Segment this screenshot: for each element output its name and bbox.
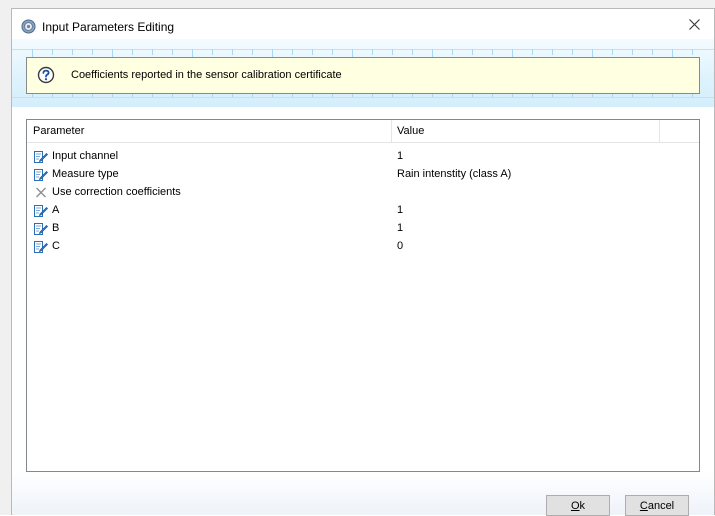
ruler-tick: [372, 49, 373, 55]
ok-label-rest: k: [579, 499, 586, 512]
ruler-tick: [632, 49, 633, 55]
parameter-grid[interactable]: Parameter Value Input channel 1 Measure …: [26, 119, 700, 472]
x-mark-icon: [36, 187, 46, 198]
edit-pencil-icon: [34, 241, 48, 253]
ruler-line: [12, 97, 714, 98]
table-row[interactable]: B 1: [27, 221, 699, 236]
ruler-tick: [692, 49, 693, 55]
ruler-tick: [312, 49, 313, 55]
ruler-tick: [552, 49, 553, 55]
ruler-tick: [652, 49, 653, 55]
ruler-line: [12, 49, 714, 50]
table-row[interactable]: Measure type Rain intenstity (class A): [27, 167, 699, 182]
ruler-tick: [472, 49, 473, 55]
parameter-value[interactable]: 1: [397, 204, 403, 216]
ruler-tick: [412, 49, 413, 55]
column-header-parameter[interactable]: Parameter: [33, 125, 84, 137]
ruler-tick: [152, 49, 153, 55]
dialog-footer: Ok Cancel: [12, 472, 714, 516]
close-icon: [688, 18, 700, 30]
column-header-value[interactable]: Value: [397, 125, 424, 137]
ruler-tick: [92, 49, 93, 55]
cancel-button[interactable]: Cancel: [625, 495, 689, 516]
ruler-tick: [392, 49, 393, 55]
cancel-mnemonic: C: [639, 499, 648, 512]
ruler-tick: [212, 49, 213, 55]
ruler-tick: [132, 49, 133, 55]
parameter-name: Use correction coefficients: [52, 186, 181, 198]
ruler-tick: [252, 49, 253, 55]
ruler-tick: [492, 49, 493, 55]
ruler-tick: [532, 49, 533, 55]
table-row[interactable]: C 0: [27, 239, 699, 254]
table-row[interactable]: Input channel 1: [27, 149, 699, 164]
parameter-name: Input channel: [52, 150, 119, 162]
parameter-name: Measure type: [52, 168, 119, 180]
ruler-tick: [452, 49, 453, 55]
ruler-tick: [72, 49, 73, 55]
ruler-tick: [292, 49, 293, 55]
ok-button[interactable]: Ok: [546, 495, 610, 516]
edit-pencil-icon: [34, 205, 48, 217]
parameter-name: A: [52, 204, 60, 216]
input-parameters-dialog: Input Parameters Editing Coefficients re…: [11, 8, 715, 516]
ruler-tick: [332, 49, 333, 55]
table-row[interactable]: A 1: [27, 203, 699, 218]
parameter-value[interactable]: Rain intenstity (class A): [397, 168, 511, 180]
hint-text: Coefficients reported in the sensor cali…: [71, 69, 342, 81]
parameter-value[interactable]: 0: [397, 240, 403, 252]
parameter-name: C: [52, 240, 60, 252]
ruler-tick: [232, 49, 233, 55]
ok-mnemonic: O: [570, 499, 580, 512]
grid-header: Parameter Value: [27, 120, 699, 143]
ruler-tick: [172, 49, 173, 55]
cancel-label-rest: ancel: [647, 499, 675, 512]
ruler-tick: [52, 49, 53, 55]
edit-pencil-icon: [34, 151, 48, 163]
edit-pencil-icon: [34, 169, 48, 181]
close-button[interactable]: [674, 9, 714, 39]
table-row[interactable]: Use correction coefficients: [27, 185, 699, 200]
window-title: Input Parameters Editing: [42, 20, 175, 34]
edit-pencil-icon: [34, 223, 48, 235]
column-separator[interactable]: [391, 120, 392, 142]
parameter-name: B: [52, 222, 60, 234]
gear-app-icon: [21, 19, 36, 34]
column-separator[interactable]: [659, 120, 660, 142]
title-bar[interactable]: Input Parameters Editing: [12, 9, 714, 39]
ruler-tick: [572, 49, 573, 55]
question-help-icon: [37, 66, 55, 84]
hint-panel: Coefficients reported in the sensor cali…: [26, 57, 700, 94]
parameter-value[interactable]: 1: [397, 150, 403, 162]
parameter-value[interactable]: 1: [397, 222, 403, 234]
ruler-tick: [612, 49, 613, 55]
